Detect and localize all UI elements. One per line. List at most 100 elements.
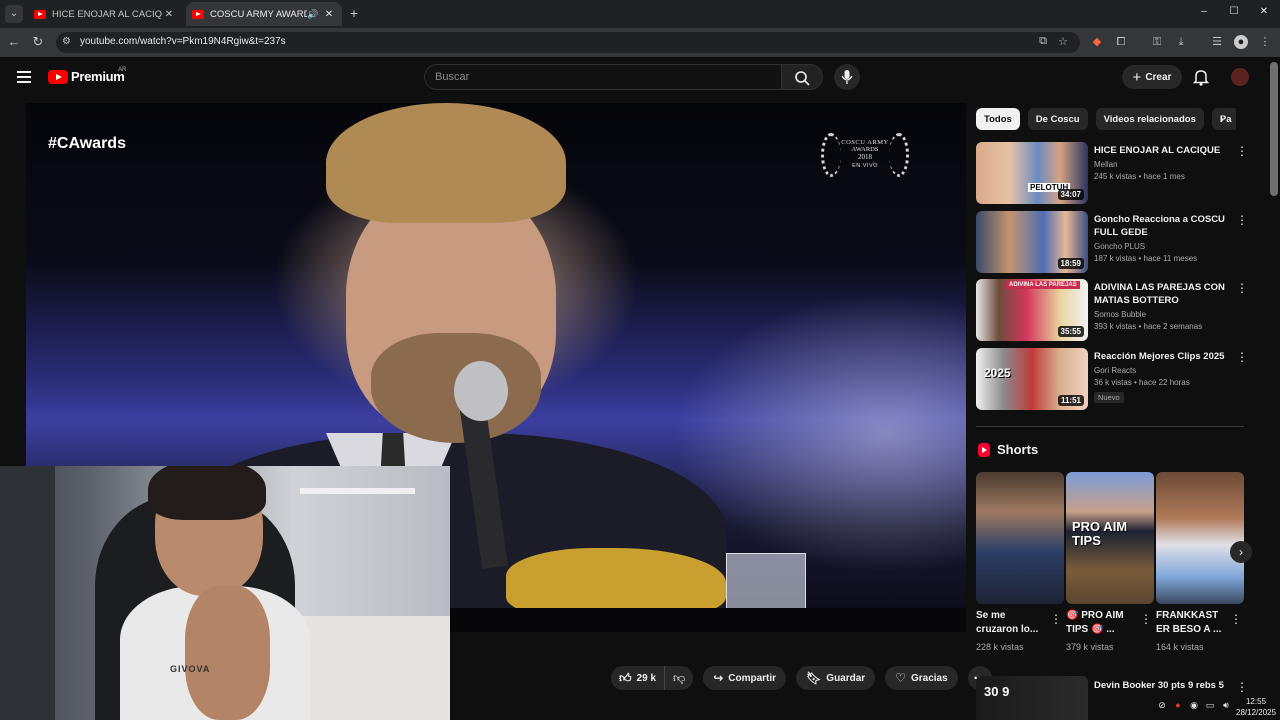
related-video-1[interactable]: PELOTUH 34:07 HICE ENOJAR AL CACIQUE Mel… xyxy=(976,142,1248,204)
reload-icon[interactable]: ↻ xyxy=(30,34,46,50)
bookmark-icon: 🔖︎ xyxy=(806,671,822,685)
voice-search-button[interactable] xyxy=(834,64,860,90)
tray-app-icon[interactable]: ⊘ xyxy=(1156,700,1168,711)
chip-videos-relacionados[interactable]: Videos relacionados xyxy=(1095,108,1204,130)
tab-close-icon[interactable]: ✕ xyxy=(162,9,176,20)
tray-volume-icon[interactable]: 🔊︎ xyxy=(1220,700,1232,711)
tab-search-button[interactable]: ⌄ xyxy=(5,5,23,23)
url-text[interactable]: youtube.com/watch?v=Pkm19N4Rgiw&t=237s xyxy=(80,36,286,47)
more-options-icon[interactable]: ⋮ xyxy=(1236,680,1248,694)
short-item-1[interactable]: Se me cruzaron lo... 228 k vistas ⋮ xyxy=(976,472,1064,654)
short-title[interactable]: Se me cruzaron lo... xyxy=(976,609,1048,637)
chips-next-arrow-icon[interactable]: › xyxy=(1220,112,1224,126)
thumbnail-text: 2025 xyxy=(984,366,1011,380)
short-item-2[interactable]: PRO AIM TIPS 🎯 PRO AIM TIPS 🎯 ... 379 k … xyxy=(1066,472,1154,654)
password-icon[interactable]: ⚿ xyxy=(1150,35,1164,49)
notifications-bell-icon[interactable] xyxy=(1193,68,1209,86)
logo-text: Premium xyxy=(71,69,125,84)
clock-time: 12:55 xyxy=(1245,697,1267,706)
video-thumbnail[interactable]: 30 9 xyxy=(976,676,1088,720)
more-options-icon[interactable]: ⋮ xyxy=(1236,281,1248,295)
tray-discord-icon[interactable]: ◉ xyxy=(1188,700,1200,711)
video-thumbnail[interactable]: 18:59 xyxy=(976,211,1088,273)
new-badge: Nuevo xyxy=(1094,392,1124,403)
tray-record-icon[interactable]: ● xyxy=(1172,700,1184,710)
shorts-heading: Shorts xyxy=(997,442,1039,457)
webcam-overlay: GIVOVA xyxy=(0,466,450,720)
short-title[interactable]: 🎯 PRO AIM TIPS 🎯 ... xyxy=(1066,609,1138,637)
search-input[interactable]: Buscar xyxy=(424,64,782,90)
channel-name[interactable]: Mellan xyxy=(1094,160,1234,169)
profile-avatar-icon[interactable]: ● xyxy=(1234,35,1248,49)
video-thumbnail[interactable]: ADIVINA LAS PAREJAS 35:55 xyxy=(976,279,1088,341)
create-button[interactable]: + Crear xyxy=(1122,65,1182,89)
extensions-puzzle-icon[interactable]: ⧠ xyxy=(1114,35,1128,49)
page-scrollbar[interactable] xyxy=(1270,62,1278,196)
related-video-3[interactable]: ADIVINA LAS PAREJAS 35:55 ADIVINA LAS PA… xyxy=(976,279,1248,341)
tab-title: HICE ENOJAR AL CACIQUE - Yo xyxy=(52,8,162,20)
download-icon[interactable]: ⤓ xyxy=(1174,35,1188,49)
video-title[interactable]: Reacción Mejores Clips 2025 xyxy=(1094,350,1234,363)
browser-tab-1[interactable]: HICE ENOJAR AL CACIQUE - Yo ✕ xyxy=(28,2,182,26)
channel-name[interactable]: Goncho PLUS xyxy=(1094,242,1234,251)
short-item-3[interactable]: FRANKKAST ER BESO A ... 164 k vistas ⋮ xyxy=(1156,472,1244,654)
more-options-icon[interactable]: ⋮ xyxy=(1236,213,1248,227)
site-info-icon[interactable]: ⚙ xyxy=(62,36,71,47)
maximize-button[interactable]: ☐ xyxy=(1224,6,1244,17)
short-thumbnail[interactable] xyxy=(1156,472,1244,604)
more-options-icon[interactable]: ⋮ xyxy=(1230,612,1242,626)
more-options-icon[interactable]: ⋮ xyxy=(1140,612,1152,626)
video-title[interactable]: ADIVINA LAS PAREJAS CON MATIAS BOTTERO xyxy=(1094,281,1234,307)
dislike-button[interactable]: 👎︎ xyxy=(665,666,694,690)
video-title[interactable]: Devin Booker 30 pts 9 rebs 5 xyxy=(1094,680,1224,691)
minimize-button[interactable]: – xyxy=(1194,6,1214,17)
video-thumbnail[interactable]: PELOTUH 34:07 xyxy=(976,142,1088,204)
channel-name[interactable]: Somos Bubble xyxy=(1094,310,1234,319)
video-frame-glass-award xyxy=(726,553,806,613)
extension-icon[interactable]: ◆ xyxy=(1090,35,1104,49)
country-code: AR xyxy=(118,67,127,73)
back-arrow-icon[interactable]: ← xyxy=(6,34,22,50)
video-info: Goncho Reacciona a COSCU FULL GEDE Gonch… xyxy=(1094,213,1234,263)
tray-network-icon[interactable]: ▭ xyxy=(1204,700,1216,711)
install-app-icon[interactable]: ⧉ xyxy=(1036,35,1050,48)
short-thumbnail[interactable]: PRO AIM TIPS xyxy=(1066,472,1154,604)
account-avatar[interactable] xyxy=(1231,68,1249,86)
video-title[interactable]: Goncho Reacciona a COSCU FULL GEDE xyxy=(1094,213,1234,239)
more-options-icon[interactable]: ⋮ xyxy=(1236,350,1248,364)
browser-tab-2[interactable]: COSCU ARMY AWARDS 20 🔊 ✕ xyxy=(186,2,342,26)
related-video-4[interactable]: 2025 11:51 Reacción Mejores Clips 2025 G… xyxy=(976,348,1248,410)
cam-curtain xyxy=(0,466,55,720)
chip-todos[interactable]: Todos xyxy=(976,108,1020,130)
more-options-icon[interactable]: ⋮ xyxy=(1236,144,1248,158)
tray-clock[interactable]: 12:55 28/12/2025 xyxy=(1236,696,1276,718)
chip-de-coscu[interactable]: De Coscu xyxy=(1027,108,1088,130)
related-video-2[interactable]: 18:59 Goncho Reacciona a COSCU FULL GEDE… xyxy=(976,211,1248,273)
cam-person-hair xyxy=(148,466,266,520)
youtube-premium-logo[interactable]: Premium xyxy=(48,69,125,84)
thanks-button[interactable]: ♡ Gracias xyxy=(885,666,958,690)
short-title[interactable]: FRANKKAST ER BESO A ... xyxy=(1156,609,1228,637)
reading-list-icon[interactable]: ☰ xyxy=(1210,35,1224,49)
search-button[interactable] xyxy=(781,64,823,90)
menu-hamburger-icon[interactable] xyxy=(17,71,31,83)
audio-playing-icon[interactable]: 🔊 xyxy=(307,9,319,20)
channel-name[interactable]: Gori Reacts xyxy=(1094,366,1234,375)
short-thumbnail[interactable] xyxy=(976,472,1064,604)
video-title[interactable]: HICE ENOJAR AL CACIQUE xyxy=(1094,144,1234,157)
bookmark-star-icon[interactable]: ☆ xyxy=(1056,35,1070,48)
thumbs-down-icon: 👎︎ xyxy=(673,670,686,685)
close-window-button[interactable]: ✕ xyxy=(1254,6,1274,17)
share-button[interactable]: ↪ Compartir xyxy=(703,666,787,690)
shorts-next-arrow-icon[interactable]: › xyxy=(1230,541,1252,563)
save-button[interactable]: 🔖︎ Guardar xyxy=(796,666,876,690)
more-options-icon[interactable]: ⋮ xyxy=(1050,612,1062,626)
like-button[interactable]: 👍︎ 29 k xyxy=(611,666,666,690)
video-thumbnail[interactable]: 2025 11:51 xyxy=(976,348,1088,410)
tab-close-icon[interactable]: ✕ xyxy=(322,9,336,20)
clock-date: 28/12/2025 xyxy=(1236,708,1277,717)
omnibox[interactable]: ⚙ youtube.com/watch?v=Pkm19N4Rgiw&t=237s… xyxy=(56,32,1080,53)
new-tab-button[interactable]: + xyxy=(346,5,362,21)
laurel-right-icon xyxy=(889,133,909,177)
browser-menu-icon[interactable]: ⋮ xyxy=(1258,35,1272,49)
